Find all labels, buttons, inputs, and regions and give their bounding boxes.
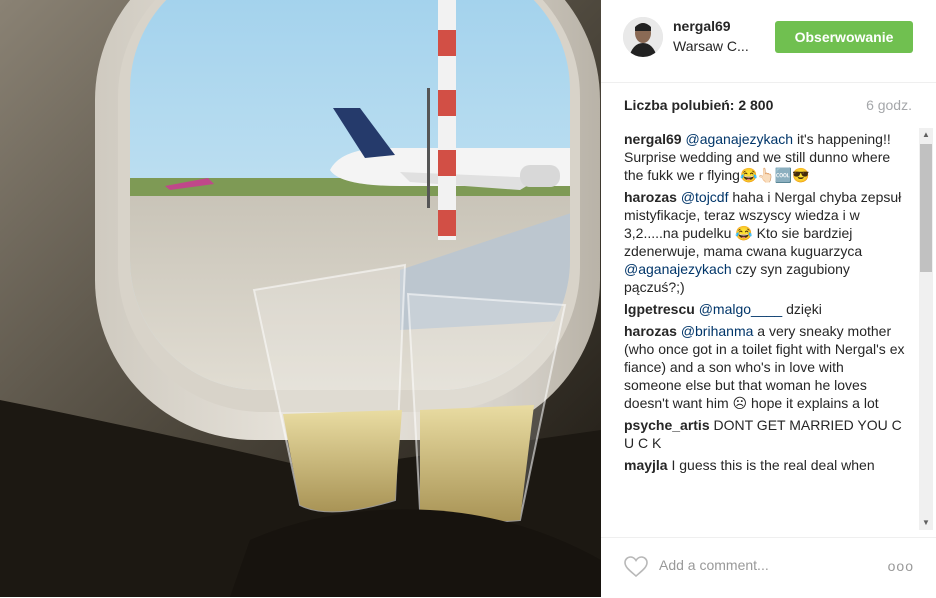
post-stats: Liczba polubień: 2 800 6 godz.	[601, 83, 936, 125]
post-photo	[0, 0, 601, 597]
comment-username[interactable]: mayjla	[624, 457, 668, 473]
comment-mention[interactable]: @aganajezykach	[685, 131, 793, 147]
airplane-window-photo	[0, 0, 601, 597]
comment-mention[interactable]: @tojcdf	[681, 189, 729, 205]
follow-button[interactable]: Obserwowanie	[775, 21, 913, 53]
comment-item: harozas @brihanma a very sneaky mother (…	[601, 322, 919, 412]
scrollbar-thumb[interactable]	[920, 144, 932, 272]
comment-text: I guess this is the real deal when	[667, 457, 875, 473]
comment-username[interactable]: nergal69	[624, 131, 682, 147]
comment-mention[interactable]: @aganajezykach	[624, 261, 732, 277]
comment-username[interactable]: harozas	[624, 189, 677, 205]
add-comment-input[interactable]: Add a comment...	[659, 557, 769, 573]
post-side-panel: nergal69 Warsaw C... Obserwowanie Liczba…	[601, 0, 936, 597]
comment-username[interactable]: harozas	[624, 323, 677, 339]
avatar[interactable]	[623, 17, 663, 57]
comment-item: lgpetrescu @malgo____ dzięki	[601, 300, 919, 318]
likes-count[interactable]: Liczba polubień: 2 800	[624, 97, 773, 113]
comment-item: mayjla I guess this is the real deal whe…	[601, 456, 919, 474]
location-link[interactable]: Warsaw C...	[673, 38, 749, 54]
comment-text: dzięki	[782, 301, 822, 317]
comment-mention[interactable]: @brihanma	[681, 323, 754, 339]
comment-username[interactable]: lgpetrescu	[624, 301, 695, 317]
heart-icon[interactable]	[624, 556, 648, 578]
more-options-button[interactable]: ooo	[888, 558, 914, 574]
comment-item: harozas @tojcdf haha i Nergal chyba zeps…	[601, 188, 919, 296]
comments-list: nergal69 @aganajezykach it's happening!!…	[601, 130, 919, 529]
comment-mention[interactable]: @malgo____	[699, 301, 783, 317]
arrow-up-icon[interactable]: ▲	[919, 128, 933, 142]
comment-item: psyche_artis DONT GET MARRIED YOU C U C …	[601, 416, 919, 452]
post-header: nergal69 Warsaw C... Obserwowanie	[601, 0, 936, 83]
comments-scrollbar[interactable]: ▲ ▼	[919, 128, 933, 530]
post-timestamp[interactable]: 6 godz.	[866, 97, 912, 113]
comment-item: nergal69 @aganajezykach it's happening!!…	[601, 130, 919, 184]
post-footer: Add a comment... ooo	[601, 537, 936, 598]
comment-username[interactable]: psyche_artis	[624, 417, 710, 433]
arrow-down-icon[interactable]: ▼	[919, 516, 933, 530]
username-link[interactable]: nergal69	[673, 18, 731, 34]
avatar-image	[623, 17, 663, 57]
